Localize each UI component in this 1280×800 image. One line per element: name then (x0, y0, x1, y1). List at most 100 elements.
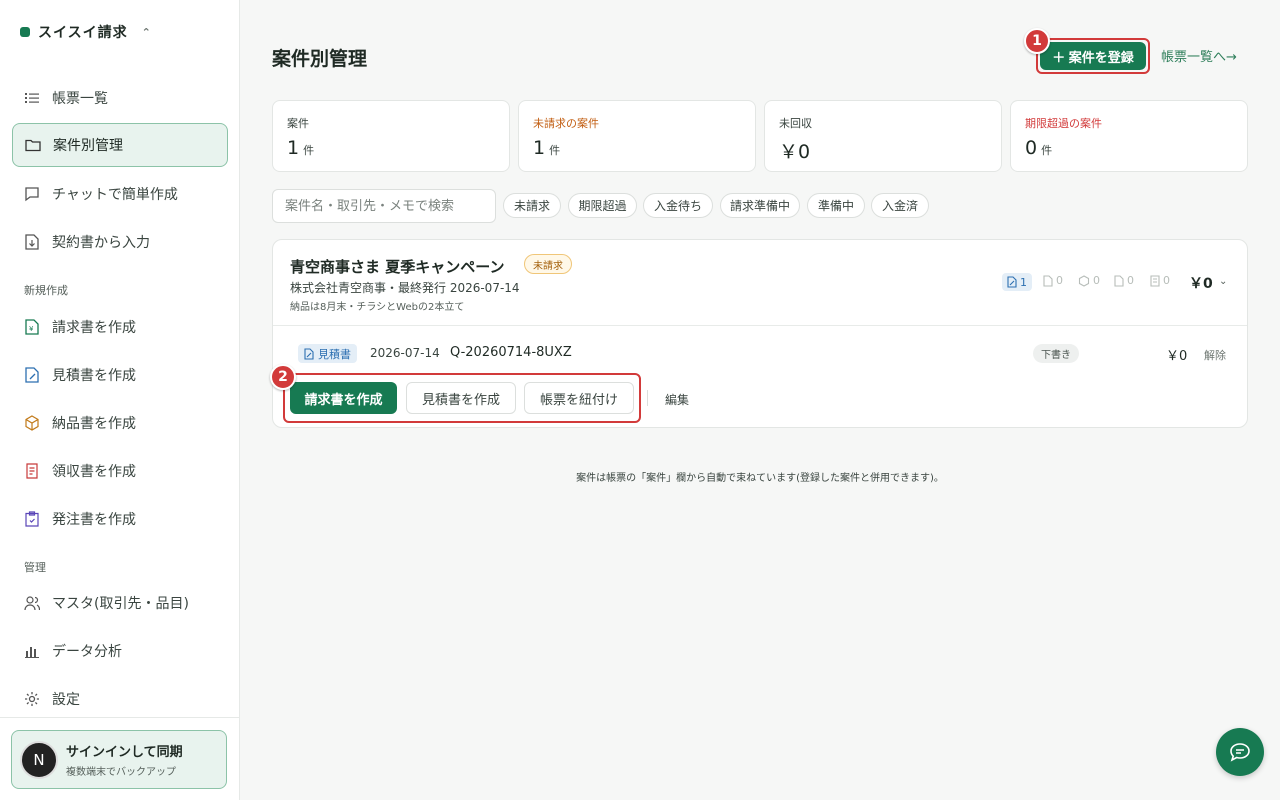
annotation-badge-2: 2 (270, 364, 296, 390)
draft-status-badge: 下書き (1033, 344, 1079, 363)
count-value: 0 (1127, 274, 1134, 287)
brand-name: スイスイ請求 (38, 25, 128, 41)
stat-value: 1件 (287, 137, 495, 159)
chat-icon (1230, 743, 1250, 762)
nav-item-create-receipt[interactable]: 領収書を作成 (12, 449, 228, 493)
case-name[interactable]: 青空商事さま 夏季キャンペーン (290, 256, 504, 277)
annotation-badge-1: 1 (1024, 28, 1050, 54)
stat-label: 未請求の案件 (533, 117, 599, 130)
invoice-icon (1043, 274, 1053, 287)
clipboard-icon (24, 511, 40, 527)
invoice-count: 0 (1043, 274, 1063, 287)
case-card: 青空商事さま 夏季キャンペーン 未請求 株式会社青空商事・最終発行 2026-0… (270, 239, 1248, 428)
stat-label: 期限超過の案件 (1025, 117, 1102, 130)
create-estimate-button[interactable]: 見積書を作成 (406, 382, 516, 414)
filter-chip-invoice-preparing[interactable]: 請求準備中 (720, 193, 800, 218)
chevron-down-icon[interactable]: ⌄ (1219, 276, 1227, 287)
link-document-button[interactable]: 帳票を紐付け (524, 382, 634, 414)
signin-sync-button[interactable]: N サインインして同期 複数端末でバックアップ (11, 730, 227, 789)
nav-item-label: 見積書を作成 (52, 368, 136, 384)
brand-logo-icon (20, 27, 30, 37)
count-value: 0 (1163, 274, 1170, 287)
stat-number: 1 (533, 137, 546, 159)
stat-label: 案件 (287, 117, 309, 130)
doc-type-label: 見積書 (318, 347, 351, 361)
stat-number: 1 (287, 137, 300, 159)
footer-note: 案件は帳票の「案件」欄から自動で束ねています(登録した案件と併用できます)。 (576, 473, 944, 484)
invoice-icon: ¥ (24, 319, 40, 335)
stat-unit: 件 (303, 144, 315, 157)
stat-unit: 件 (549, 144, 561, 157)
estimate-icon (24, 367, 40, 383)
stat-label: 未回収 (779, 117, 812, 130)
delivery-count: 0 (1078, 274, 1100, 287)
nav-item-label: 発注書を作成 (52, 512, 136, 528)
search-input[interactable] (272, 189, 496, 223)
filter-chip-overdue[interactable]: 期限超過 (568, 193, 637, 218)
bar-chart-icon (24, 643, 40, 659)
users-icon (24, 595, 40, 611)
stat-number: ￥0 (779, 141, 811, 163)
nav-item-create-delivery[interactable]: 納品書を作成 (12, 401, 228, 445)
estimate-icon (304, 347, 314, 360)
nav-item-label: 設定 (52, 692, 80, 708)
stat-card-cases: 案件 1件 (272, 100, 510, 172)
section-label-manage: 管理 (24, 561, 46, 574)
receipt-count: 0 (1114, 274, 1134, 287)
document-list-link[interactable]: 帳票一覧へ→ (1161, 46, 1237, 65)
nav-item-case-management[interactable]: 案件別管理 (12, 123, 228, 167)
count-value: 1 (1020, 275, 1027, 289)
doc-type-tag: 見積書 (298, 344, 357, 363)
avatar: N (20, 740, 58, 779)
add-case-button[interactable]: ＋ 案件を登録 (1040, 42, 1146, 70)
case-note: 納品は8月末・チラシとWebの2本立て (290, 302, 465, 313)
box-icon (24, 415, 40, 431)
doc-date: 2026-07-14 (370, 346, 440, 360)
receipt-icon (24, 463, 40, 479)
nav-item-label: 請求書を作成 (52, 320, 136, 336)
nav-item-label: チャットで簡単作成 (52, 187, 178, 203)
stat-unit: 件 (1041, 144, 1053, 157)
count-value: 0 (1056, 274, 1063, 287)
nav-item-contract-import[interactable]: 契約書から入力 (12, 220, 228, 264)
stat-value: 0件 (1025, 137, 1233, 159)
nav-item-document-list[interactable]: 帳票一覧 (12, 76, 228, 120)
filter-chip-paid[interactable]: 入金済 (871, 193, 929, 218)
nav-item-create-invoice[interactable]: ¥ 請求書を作成 (12, 305, 228, 349)
nav-item-analytics[interactable]: データ分析 (12, 629, 228, 673)
nav-item-create-order[interactable]: 発注書を作成 (12, 497, 228, 541)
order-count: 0 (1150, 274, 1170, 287)
create-invoice-button[interactable]: 請求書を作成 (290, 382, 397, 414)
gear-icon (24, 691, 40, 707)
brand-switcher[interactable]: スイスイ請求 ⌃ (20, 22, 152, 42)
nav-item-create-estimate[interactable]: 見積書を作成 (12, 353, 228, 397)
nav-item-label: 納品書を作成 (52, 416, 136, 432)
filter-chip-awaiting-payment[interactable]: 入金待ち (643, 193, 713, 218)
signin-subtitle: 複数端末でバックアップ (66, 767, 176, 778)
chat-fab-button[interactable] (1216, 728, 1264, 776)
list-icon (24, 90, 40, 106)
chevron-updown-icon: ⌃ (141, 25, 152, 39)
filter-chip-preparing[interactable]: 準備中 (807, 193, 865, 218)
doc-number[interactable]: Q-20260714-8UXZ (450, 345, 572, 360)
svg-text:¥: ¥ (29, 325, 34, 333)
chat-icon (24, 186, 40, 202)
nav-item-label: 領収書を作成 (52, 464, 136, 480)
count-value: 0 (1093, 274, 1100, 287)
nav-item-chat-create[interactable]: チャットで簡単作成 (12, 172, 228, 216)
nav-item-label: マスタ(取引先・品目) (52, 596, 189, 612)
nav-item-master[interactable]: マスタ(取引先・品目) (12, 581, 228, 625)
edit-button[interactable]: 編集 (665, 391, 689, 408)
doc-amount: ￥0 (1166, 349, 1188, 364)
signin-text: サインインして同期 複数端末でバックアップ (66, 741, 183, 778)
stat-value: ￥0 (779, 137, 987, 164)
filter-chip-uninvoiced[interactable]: 未請求 (503, 193, 561, 218)
nav-item-label: 帳票一覧 (52, 91, 108, 107)
divider (647, 390, 648, 406)
stat-card-uncollected: 未回収 ￥0 (764, 100, 1002, 172)
nav-item-label: 契約書から入力 (52, 235, 150, 251)
case-meta: 株式会社青空商事・最終発行 2026-07-14 (290, 281, 520, 295)
stat-value: 1件 (533, 137, 741, 159)
nav-item-settings[interactable]: 設定 (12, 677, 228, 721)
unlink-button[interactable]: 解除 (1204, 347, 1226, 363)
